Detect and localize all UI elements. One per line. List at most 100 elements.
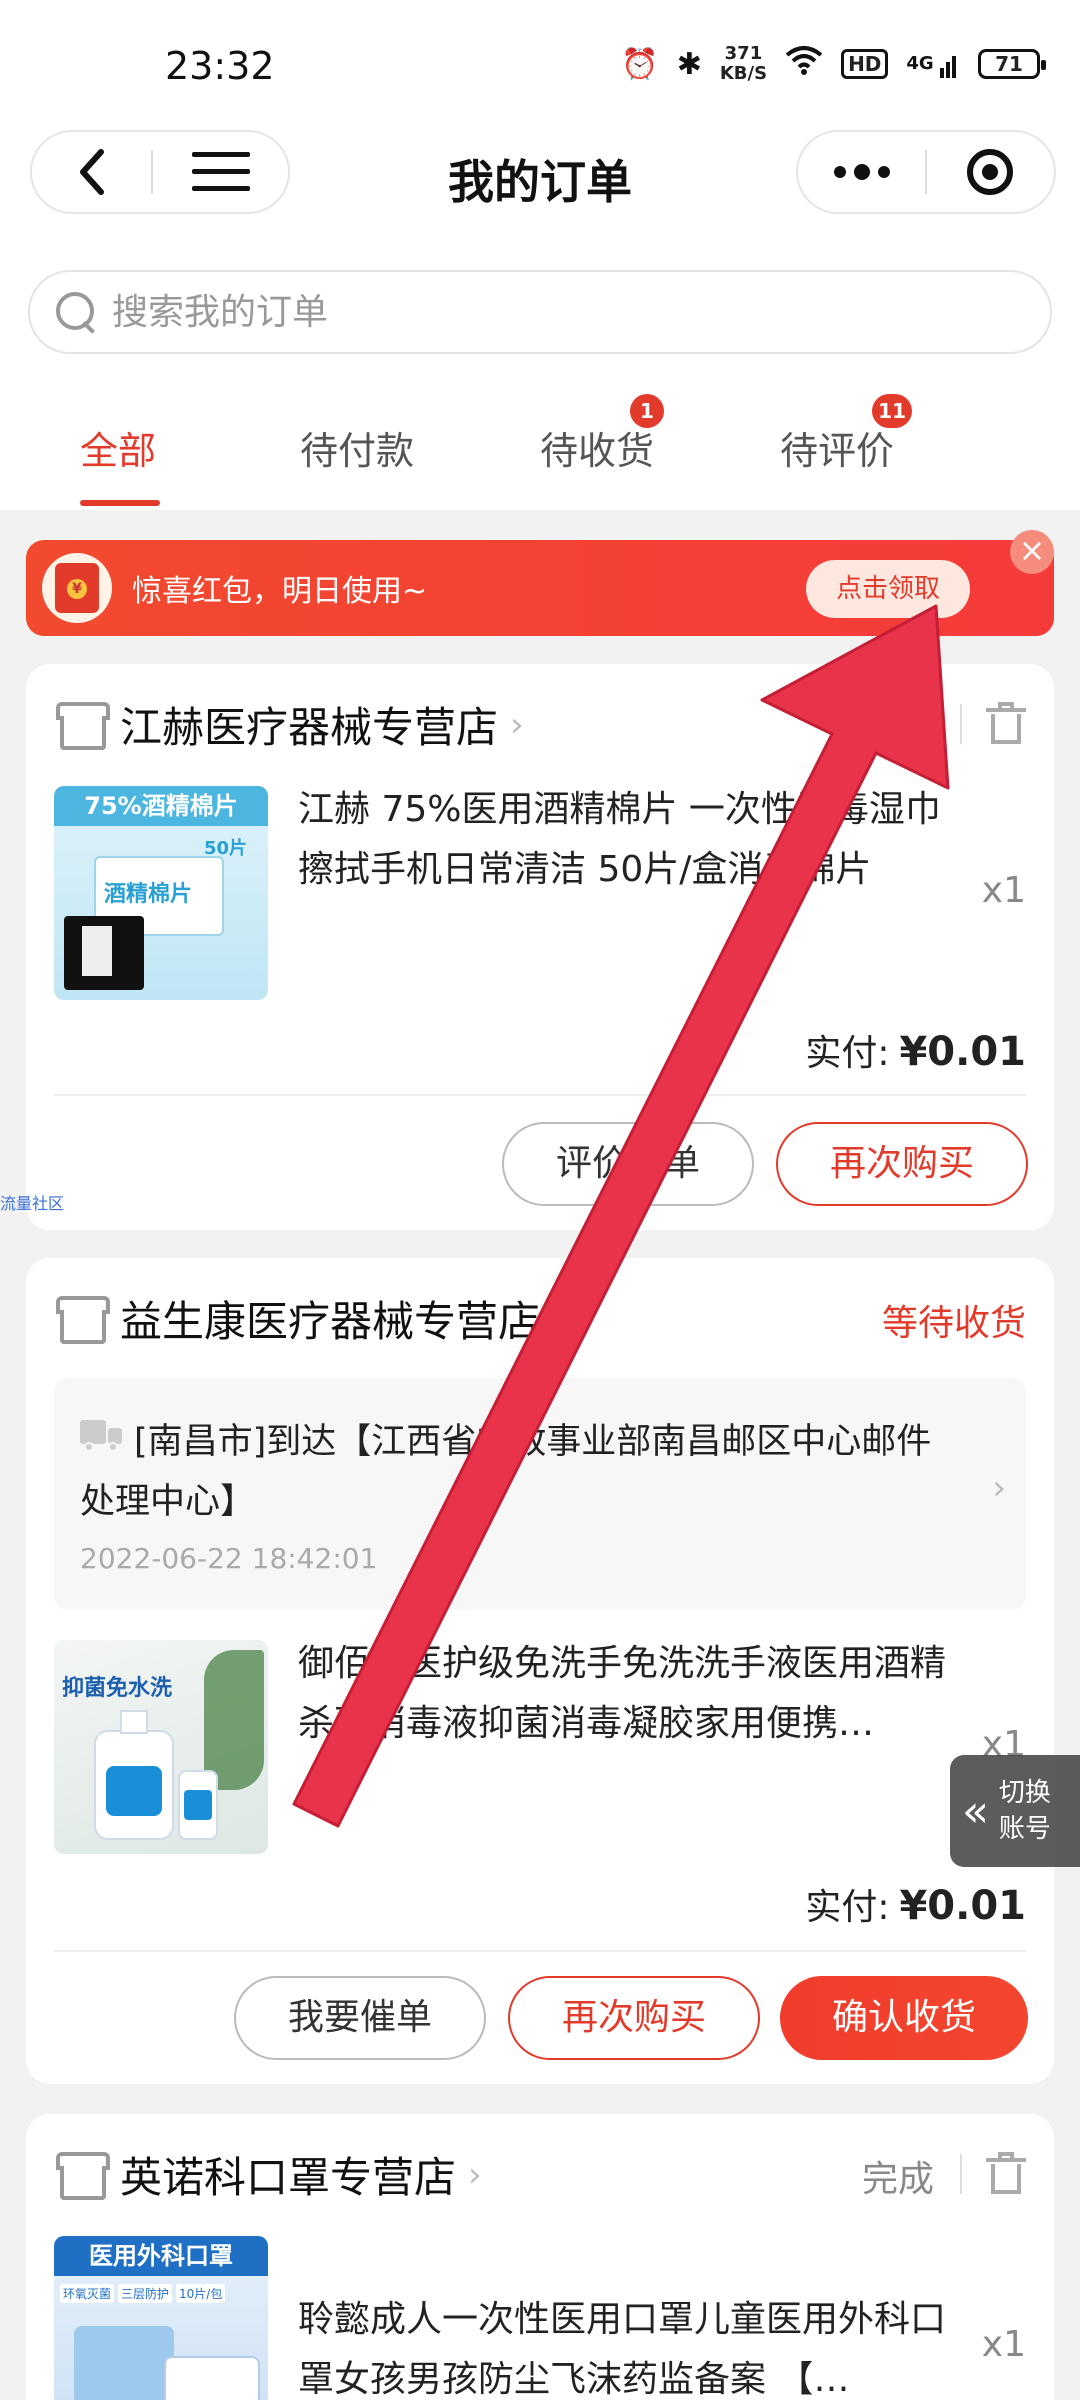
paid-label: 实付:	[805, 1887, 890, 1928]
paid-value: ¥0.01	[899, 1029, 1026, 1075]
speed-unit: KB/S	[719, 63, 768, 84]
back-button[interactable]	[32, 132, 151, 212]
trash-icon[interactable]	[986, 702, 1026, 744]
shop-name: 江赫医疗器械专营店	[120, 703, 499, 752]
product-image-label: 50片	[204, 838, 248, 859]
shop-link[interactable]: 英诺科口罩专营店 ›	[54, 2144, 482, 2205]
order-status: 等待收货	[881, 1303, 1026, 1344]
hd-icon: HD	[841, 49, 889, 79]
battery-icon: 71	[978, 49, 1046, 79]
chevron-right-icon: ›	[552, 1298, 566, 1339]
more-dots-icon	[853, 164, 870, 180]
product-image[interactable]: 75%酒精棉片 酒精棉片 50片	[54, 786, 268, 1000]
double-chevron-left-icon: «	[962, 1785, 989, 1837]
more-button[interactable]	[798, 132, 925, 212]
buy-again-button[interactable]: 再次购买	[776, 1122, 1028, 1206]
search-icon	[54, 290, 98, 334]
product-image-tag: 10片/包	[176, 2284, 226, 2303]
status-bar: 23:32 ⏰ ✱ 371 KB/S HD 4G 71	[0, 0, 1080, 130]
shop-icon	[54, 1295, 110, 1344]
tab-label: 全部	[80, 429, 157, 473]
navigation-bar: 我的订单	[0, 130, 1080, 260]
product-image-label: 抑菌免水洗	[62, 1676, 173, 1701]
shop-name: 益生康医疗器械专营店	[120, 1297, 541, 1346]
nav-capsule-left	[30, 130, 290, 214]
product-image[interactable]: 抑菌免水洗	[54, 1640, 268, 1854]
tab-all[interactable]: 全部	[80, 420, 156, 475]
paid-amount: 实付: ¥0.01	[805, 1878, 1026, 1930]
shop-link[interactable]: 江赫医疗器械专营店 ›	[54, 694, 524, 755]
tab-label: 待评价	[780, 429, 895, 473]
red-packet-banner[interactable]: ¥ 惊喜红包，明日使用~ 点击领取 ×	[26, 530, 1054, 636]
alarm-icon: ⏰	[621, 46, 659, 82]
shop-link[interactable]: 益生康医疗器械专营店 ›	[54, 1288, 566, 1349]
tab-pending-payment[interactable]: 待付款	[300, 420, 414, 475]
back-arrow-icon	[79, 149, 104, 195]
more-dots-icon	[833, 166, 846, 178]
product-image-label: 医用外科口罩	[54, 2236, 268, 2276]
network-speed: 371 KB/S	[720, 44, 767, 84]
close-miniprogram-button[interactable]	[927, 132, 1054, 212]
tab-badge: 1	[630, 394, 665, 428]
product-image-tag: 三层防护	[118, 2284, 173, 2303]
tab-underline	[80, 500, 160, 506]
switch-account-line: 切换	[998, 1778, 1051, 1808]
status-icons: ⏰ ✱ 371 KB/S HD 4G 71	[621, 44, 1046, 84]
product-quantity: x1	[981, 870, 1026, 911]
logistics-text: [南昌市]到达【江西省邮政事业部南昌邮区中心邮件处理中心】	[80, 1422, 932, 1522]
coin-icon: ¥	[67, 579, 87, 599]
switch-account-button[interactable]: « 切换 账号	[950, 1755, 1080, 1867]
product-title[interactable]: 聆懿成人一次性医用口罩儿童医用外科口罩女孩男孩防尘飞沫药监备案 【…	[298, 2290, 958, 2400]
tab-label: 待付款	[300, 429, 415, 473]
paid-value: ¥0.01	[899, 1883, 1026, 1929]
shop-icon	[54, 701, 110, 750]
product-image[interactable]: 医用外科口罩 环氧灭菌 三层防护 10片/包	[54, 2236, 268, 2400]
speed-value: 371	[724, 43, 763, 64]
product-title[interactable]: 江赫 75%医用酒精棉片 一次性消毒湿巾擦拭手机日常清洁 50片/盒消毒棉片	[298, 780, 958, 904]
review-button[interactable]: 评价晒单	[502, 1122, 754, 1206]
order-card: 江赫医疗器械专营店 › 75%酒精棉片 酒精棉片 50片 江赫 75%医用酒精棉…	[26, 664, 1054, 1230]
close-icon[interactable]: ×	[1010, 530, 1054, 574]
menu-button[interactable]	[153, 132, 288, 212]
product-quantity: x1	[981, 2324, 1026, 2365]
network-type: 4G	[906, 53, 934, 74]
chevron-right-icon: ›	[510, 704, 524, 745]
order-card: 英诺科口罩专营店 › 完成 医用外科口罩 环氧灭菌 三层防护 10片/包 聆懿成…	[26, 2114, 1054, 2400]
paid-label: 实付:	[805, 1033, 890, 1074]
nav-capsule-right	[796, 130, 1056, 214]
bluetooth-icon: ✱	[676, 46, 702, 82]
trash-icon[interactable]	[986, 2152, 1026, 2194]
shop-name: 英诺科口罩专营店	[120, 2153, 457, 2202]
chevron-right-icon: ›	[468, 2154, 482, 2195]
order-status: 完成	[861, 2159, 934, 2200]
urge-order-button[interactable]: 我要催单	[234, 1976, 486, 2060]
paid-amount: 实付: ¥0.01	[805, 1024, 1026, 1076]
tab-pending-receipt[interactable]: 待收货 1	[540, 394, 665, 475]
side-tag[interactable]: 流量社区	[0, 1190, 64, 1214]
product-image-label: 酒精棉片	[104, 882, 193, 907]
claim-button[interactable]: 点击领取	[806, 560, 970, 618]
card-divider	[54, 1950, 1026, 1952]
search-box[interactable]	[28, 270, 1052, 354]
red-envelope-icon: ¥	[42, 553, 112, 623]
card-divider	[54, 1094, 1026, 1096]
signal-icon: 4G	[906, 50, 960, 78]
switch-account-label: 切换 账号	[999, 1775, 1051, 1847]
confirm-receipt-button[interactable]: 确认收货	[780, 1976, 1028, 2060]
hamburger-menu-icon	[191, 152, 250, 191]
order-tabs: 全部 待付款 待收货 1 待评价 11	[0, 370, 1080, 510]
product-title[interactable]: 御佰芙医护级免洗手免洗洗手液医用酒精杀菌消毒液抑菌消毒凝胶家用便携…	[298, 1634, 958, 1758]
tab-pending-review[interactable]: 待评价 11	[780, 394, 913, 475]
target-close-icon	[967, 149, 1014, 195]
search-section	[0, 260, 1080, 370]
tab-label: 待收货	[540, 429, 655, 473]
tab-badge: 11	[872, 394, 913, 428]
buy-again-button[interactable]: 再次购买	[508, 1976, 760, 2060]
logistics-info[interactable]: [南昌市]到达【江西省邮政事业部南昌邮区中心邮件处理中心】 2022-06-22…	[54, 1378, 1026, 1610]
status-divider	[960, 704, 962, 744]
search-input[interactable]	[112, 291, 972, 333]
status-divider	[960, 2154, 962, 2194]
product-image-label: 75%酒精棉片	[54, 786, 268, 826]
wifi-icon	[785, 45, 823, 83]
product-image-tag: 环氧灭菌	[60, 2284, 115, 2303]
